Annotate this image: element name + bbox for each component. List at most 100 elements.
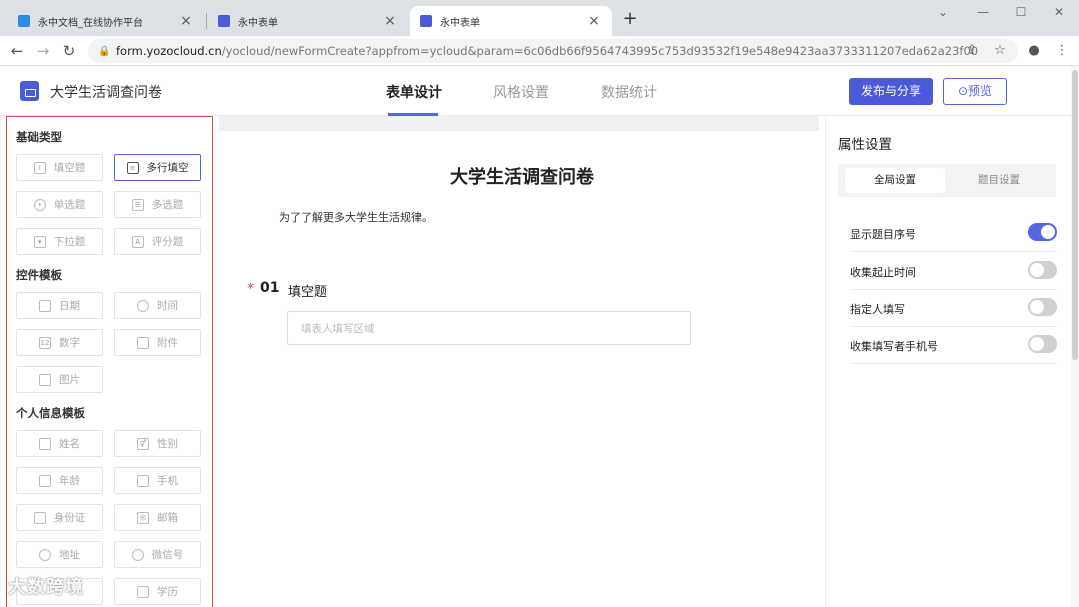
component-id-card[interactable]: 身份证 — [16, 504, 103, 531]
section-title-basic-types: 基础类型 — [16, 130, 62, 144]
component-age[interactable]: 年龄 — [16, 467, 103, 494]
setting-label: 收集起止时间 — [850, 266, 916, 279]
browser-tab-yozo-form[interactable]: 永中表单 × — [208, 6, 408, 36]
close-icon[interactable]: × — [382, 13, 398, 29]
setting-row-designated-filler: 指定人填写 — [850, 290, 1057, 327]
reload-icon[interactable]: ↻ — [58, 40, 80, 62]
tab-data-statistics[interactable]: 数据统计 — [601, 82, 657, 102]
component-date[interactable]: 日期 — [16, 292, 103, 319]
gender-icon: ⚥ — [137, 437, 149, 450]
setting-row-show-numbers: 显示题目序号 — [850, 215, 1057, 252]
share-icon[interactable]: ⇪ — [962, 41, 982, 61]
component-rating[interactable]: A 评分题 — [114, 228, 201, 255]
toggle-switch-on[interactable] — [1028, 223, 1057, 241]
section-title-personal-info: 个人信息模板 — [16, 406, 85, 420]
section-title-control-templates: 控件模板 — [16, 268, 62, 282]
toggle-switch-off[interactable] — [1028, 298, 1057, 316]
publish-share-button[interactable]: 发布与分享 — [849, 78, 933, 105]
properties-title: 属性设置 — [838, 137, 892, 153]
component-dropdown[interactable]: ▾ 下拉题 — [16, 228, 103, 255]
address-toolbar: ← → ↻ 🔒 form.yozocloud.cn/yocloud/newFor… — [0, 36, 1079, 66]
form-description[interactable]: 为了了解更多大学生生活规律。 — [279, 209, 433, 225]
graduation-cap-icon — [137, 585, 149, 598]
maximize-icon[interactable]: ☐ — [1008, 2, 1034, 22]
settings-segment-control: 全局设置 题目设置 — [838, 164, 1056, 197]
id-card-icon — [33, 511, 46, 524]
component-number[interactable]: 12 数字 — [16, 329, 103, 356]
segment-global-settings[interactable]: 全局设置 — [845, 168, 945, 193]
tab-title: 永中文档_在线协作平台 — [38, 17, 143, 29]
form-title[interactable]: 大学生活调查问卷 — [219, 163, 825, 189]
component-time[interactable]: 时间 — [114, 292, 201, 319]
more-menu-icon[interactable]: ⋮ — [1052, 41, 1072, 61]
component-wechat[interactable]: 微信号 — [114, 541, 201, 568]
answer-placeholder: 填表人填写区域 — [301, 322, 375, 335]
component-phone[interactable]: 手机 — [114, 467, 201, 494]
component-address[interactable]: 地址 — [16, 541, 103, 568]
profile-avatar-icon[interactable]: ● — [1024, 41, 1044, 61]
page-scrollbar-thumb[interactable] — [1072, 70, 1078, 360]
url-bar[interactable]: 🔒 form.yozocloud.cn/yocloud/newFormCreat… — [88, 39, 1018, 63]
component-email[interactable]: ✉ 邮箱 — [114, 504, 201, 531]
url-host: form.yozocloud.cn — [116, 44, 222, 58]
component-multi-fill[interactable]: ≡ 多行填空 — [114, 154, 201, 181]
bookmark-star-icon[interactable]: ☆ — [990, 41, 1010, 61]
tab-separator — [206, 13, 207, 29]
mobile-phone-icon — [137, 474, 149, 487]
wechat-icon — [131, 548, 144, 561]
toggle-switch-off[interactable] — [1028, 261, 1057, 279]
component-education[interactable]: 学历 — [114, 578, 201, 605]
component-image[interactable]: 图片 — [16, 366, 103, 393]
question-title[interactable]: 填空题 — [288, 281, 327, 300]
properties-panel: 属性设置 全局设置 题目设置 显示题目序号 收集起止时间 指定人填写 收集填写者… — [825, 116, 1071, 607]
setting-label: 指定人填写 — [850, 303, 905, 316]
minimize-icon[interactable]: — — [970, 2, 996, 22]
setting-row-collect-phone: 收集填写者手机号 — [850, 327, 1057, 364]
multi-field-icon: ≡ — [126, 161, 139, 174]
segment-question-settings[interactable]: 题目设置 — [949, 168, 1049, 193]
image-icon — [39, 373, 51, 386]
component-fill-blank[interactable]: I 填空题 — [16, 154, 103, 181]
yozo-form-logo-icon — [20, 81, 39, 101]
component-single-choice[interactable]: • 单选题 — [16, 191, 103, 218]
close-icon[interactable]: × — [178, 13, 194, 29]
component-attachment[interactable]: 附件 — [114, 329, 201, 356]
preview-button[interactable]: ⊙预览 — [943, 78, 1007, 105]
forward-arrow-icon[interactable]: → — [32, 40, 54, 62]
required-asterisk: * — [247, 281, 254, 297]
browser-tab-yozo-form-active[interactable]: 永中表单 × — [410, 6, 612, 36]
canvas-top-strip — [219, 116, 819, 131]
toggle-switch-off[interactable] — [1028, 335, 1057, 353]
number-icon: 12 — [39, 336, 51, 349]
yozo-docs-favicon-icon — [18, 15, 30, 27]
tab-style-settings[interactable]: 风格设置 — [493, 82, 549, 102]
close-icon[interactable]: × — [586, 13, 602, 29]
radio-icon: • — [33, 198, 46, 211]
component-gender[interactable]: ⚥ 性别 — [114, 430, 201, 457]
tab-search-chevron-icon[interactable]: ⌄ — [930, 2, 956, 22]
watermark-text: 大数跨境 — [8, 577, 84, 598]
question-answer-input[interactable]: 填表人填写区域 — [287, 311, 691, 345]
setting-row-collect-times: 收集起止时间 — [850, 253, 1057, 290]
url-path: /yocloud/newFormCreate?appfrom=ycloud&pa… — [221, 44, 979, 58]
yozo-form-favicon-icon — [218, 15, 230, 27]
form-canvas — [219, 116, 819, 607]
window-close-icon[interactable]: ✕ — [1046, 2, 1072, 22]
new-tab-plus-icon[interactable]: + — [620, 9, 640, 29]
user-card-icon — [39, 437, 51, 450]
setting-label: 显示题目序号 — [850, 228, 916, 241]
lock-icon: 🔒 — [98, 45, 111, 57]
component-name[interactable]: 姓名 — [16, 430, 103, 457]
component-multi-choice[interactable]: ☰ 多选题 — [114, 191, 201, 218]
browser-tab-bar: 永中文档_在线协作平台 × 永中表单 × 永中表单 × + ⌄ — ☐ ✕ — [0, 0, 1079, 36]
back-arrow-icon[interactable]: ← — [6, 40, 28, 62]
text-field-icon: I — [33, 161, 46, 174]
question-number: 01 — [260, 280, 280, 296]
tab-title: 永中表单 — [238, 17, 278, 29]
rating-icon: A — [131, 235, 144, 248]
yozo-form-favicon-icon — [420, 15, 432, 27]
browser-tab-yozo-docs[interactable]: 永中文档_在线协作平台 × — [8, 6, 204, 36]
tab-form-design[interactable]: 表单设计 — [386, 82, 442, 102]
app-header: 大学生活调查问卷 表单设计 风格设置 数据统计 发布与分享 ⊙预览 — [0, 66, 1079, 116]
document-title: 大学生活调查问卷 — [50, 85, 162, 101]
